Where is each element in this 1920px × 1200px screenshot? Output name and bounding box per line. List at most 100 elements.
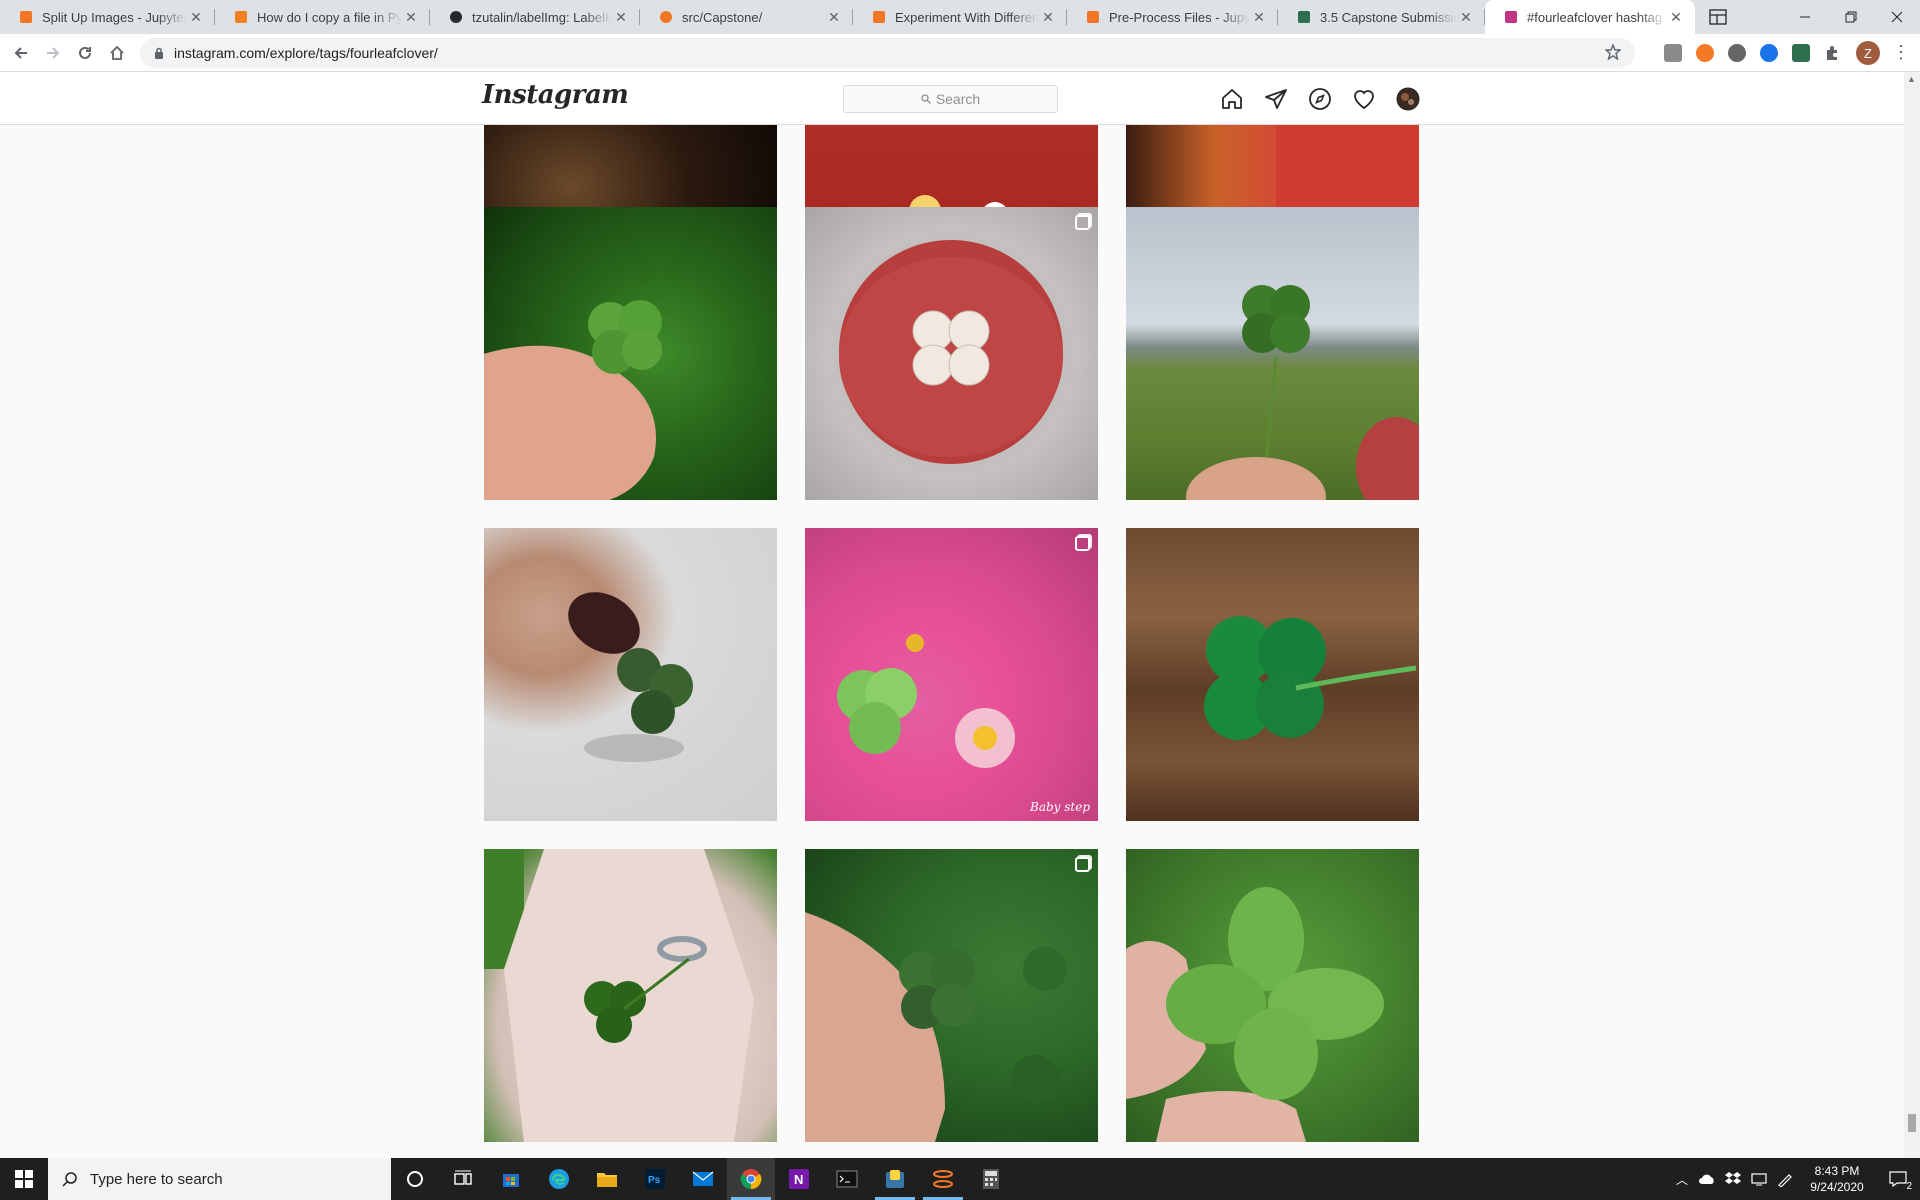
hashtag-post-grid: Baby step <box>0 125 1904 1158</box>
close-tab-icon[interactable]: ✕ <box>187 9 205 26</box>
reload-icon[interactable] <box>71 39 99 67</box>
instagram-logo[interactable]: Instagram <box>482 80 629 110</box>
edge-icon[interactable] <box>535 1158 583 1200</box>
close-tab-icon[interactable]: ✕ <box>1457 9 1475 26</box>
extension-springboard-icon[interactable] <box>1792 44 1810 62</box>
scrollbar-thumb[interactable] <box>1908 1114 1916 1132</box>
browser-tab[interactable]: Experiment With Different Models✕ <box>853 0 1067 34</box>
page-scrollbar[interactable]: ▲ <box>1904 72 1920 1158</box>
jupyter-taskbar-icon[interactable] <box>919 1158 967 1200</box>
task-view-icon[interactable] <box>439 1158 487 1200</box>
clock-time: 8:43 PM <box>1814 1164 1860 1178</box>
tab-title: Experiment With Different Models <box>895 9 1039 25</box>
close-tab-icon[interactable]: ✕ <box>612 9 630 26</box>
search-icon <box>921 94 931 104</box>
instagram-header: Instagram Search <box>0 72 1904 125</box>
close-tab-icon[interactable]: ✕ <box>1250 9 1268 26</box>
carousel-indicator-icon <box>1075 536 1090 551</box>
extension-g-icon[interactable] <box>1664 44 1682 62</box>
post-thumbnail[interactable] <box>1126 528 1419 821</box>
cortana-icon[interactable] <box>391 1158 439 1200</box>
extension-m-icon[interactable] <box>1760 44 1778 62</box>
onenote-icon[interactable]: N <box>775 1158 823 1200</box>
post-thumbnail[interactable] <box>484 849 777 1142</box>
profile-avatar-chrome[interactable]: Z <box>1856 41 1880 65</box>
scroll-up-arrow-icon[interactable]: ▲ <box>1907 74 1916 84</box>
extensions-puzzle-icon[interactable] <box>1824 44 1842 62</box>
close-tab-icon[interactable]: ✕ <box>402 9 420 26</box>
lock-icon[interactable] <box>154 47 164 59</box>
show-hidden-icons-chevron-icon[interactable]: ︿ <box>1670 1171 1694 1188</box>
extension-orange-icon[interactable] <box>1696 44 1714 62</box>
post-thumbnail[interactable] <box>484 207 777 500</box>
address-bar[interactable]: instagram.com/explore/tags/fourleafclove… <box>140 38 1635 68</box>
tab-title: How do I copy a file in Python? <box>257 9 402 25</box>
search-input[interactable]: Search <box>843 85 1058 113</box>
tab-search-icon[interactable] <box>1695 0 1741 34</box>
network-icon[interactable] <box>1746 1172 1772 1186</box>
browser-tab[interactable]: #fourleafclover hashtag on Instagram✕ <box>1485 0 1695 34</box>
file-explorer-icon[interactable] <box>583 1158 631 1200</box>
close-window-icon[interactable] <box>1874 0 1920 34</box>
search-placeholder: Search <box>935 91 981 107</box>
photoshop-icon[interactable]: Ps <box>631 1158 679 1200</box>
clock-date: 9/24/2020 <box>1810 1180 1864 1194</box>
url-text: instagram.com/explore/tags/fourleafclove… <box>174 45 438 61</box>
onedrive-icon[interactable] <box>1694 1173 1720 1185</box>
direct-icon[interactable] <box>1263 86 1289 112</box>
close-tab-icon[interactable]: ✕ <box>1667 9 1685 26</box>
browser-tab[interactable]: How do I copy a file in Python?✕ <box>215 0 430 34</box>
carousel-indicator-icon <box>1075 215 1090 230</box>
bookmark-star-icon[interactable] <box>1604 43 1622 63</box>
system-clock[interactable]: 8:43 PM 9/24/2020 <box>1798 1163 1876 1195</box>
jupyter-loading-icon <box>658 9 674 25</box>
chrome-taskbar-icon[interactable] <box>727 1158 775 1200</box>
jupyter-icon <box>871 9 887 25</box>
post-thumbnail[interactable] <box>1126 207 1419 500</box>
browser-toolbar: instagram.com/explore/tags/fourleafclove… <box>0 34 1920 72</box>
taskbar-search-box[interactable]: Type here to search <box>48 1158 391 1200</box>
back-arrow-icon[interactable] <box>7 39 35 67</box>
action-center-icon[interactable]: 2 <box>1876 1158 1920 1200</box>
browser-tab[interactable]: 3.5 Capstone Submission - Springboard✕ <box>1278 0 1485 34</box>
forward-arrow-icon[interactable] <box>39 39 67 67</box>
restore-icon[interactable] <box>1828 0 1874 34</box>
post-thumbnail[interactable] <box>805 849 1098 1142</box>
pen-workspace-icon[interactable] <box>1772 1171 1798 1187</box>
tab-title: tzutalin/labelImg: LabelImg <box>472 9 612 25</box>
profile-avatar[interactable] <box>1395 86 1421 112</box>
post-thumbnail[interactable] <box>484 528 777 821</box>
svg-text:N: N <box>794 1172 803 1187</box>
svg-text:Ps: Ps <box>648 1175 661 1186</box>
home-icon[interactable] <box>1219 86 1245 112</box>
carousel-indicator-icon <box>1075 857 1090 872</box>
browser-tab[interactable]: Pre-Process Files - Jupyter Notebook✕ <box>1067 0 1278 34</box>
post-thumbnail[interactable]: Baby step <box>805 528 1098 821</box>
python-installer-icon[interactable] <box>871 1158 919 1200</box>
minimize-icon[interactable] <box>1782 0 1828 34</box>
explore-icon[interactable] <box>1307 86 1333 112</box>
tab-title: 3.5 Capstone Submission - Springboard <box>1320 9 1457 25</box>
dropbox-icon[interactable] <box>1720 1172 1746 1186</box>
mail-icon[interactable] <box>679 1158 727 1200</box>
windows-taskbar: Type here to search Ps N ︿ 8:43 PM 9/24/… <box>0 1158 1920 1200</box>
windows-start-icon[interactable] <box>0 1158 48 1200</box>
close-tab-icon[interactable]: ✕ <box>825 9 843 26</box>
springboard-icon <box>1296 9 1312 25</box>
browser-tab[interactable]: Split Up Images - Jupyter Notebook✕ <box>0 0 215 34</box>
browser-tab-strip: Split Up Images - Jupyter Notebook✕How d… <box>0 0 1920 34</box>
terminal-icon[interactable] <box>823 1158 871 1200</box>
browser-tab[interactable]: src/Capstone/ ✕ <box>640 0 853 34</box>
microsoft-store-icon[interactable] <box>487 1158 535 1200</box>
extension-circle-icon[interactable] <box>1728 44 1746 62</box>
home-button-icon[interactable] <box>103 39 131 67</box>
activity-heart-icon[interactable] <box>1351 86 1377 112</box>
close-tab-icon[interactable]: ✕ <box>1039 9 1057 26</box>
chrome-menu-icon[interactable]: ⋮ <box>1892 43 1910 61</box>
post-thumbnail[interactable] <box>805 207 1098 500</box>
post-thumbnail[interactable] <box>1126 849 1419 1142</box>
tab-title: #fourleafclover hashtag on Instagram <box>1527 9 1667 25</box>
browser-tab[interactable]: tzutalin/labelImg: LabelImg ✕ <box>430 0 640 34</box>
calculator-icon[interactable] <box>967 1158 1015 1200</box>
tab-title: Split Up Images - Jupyter Notebook <box>42 9 187 25</box>
